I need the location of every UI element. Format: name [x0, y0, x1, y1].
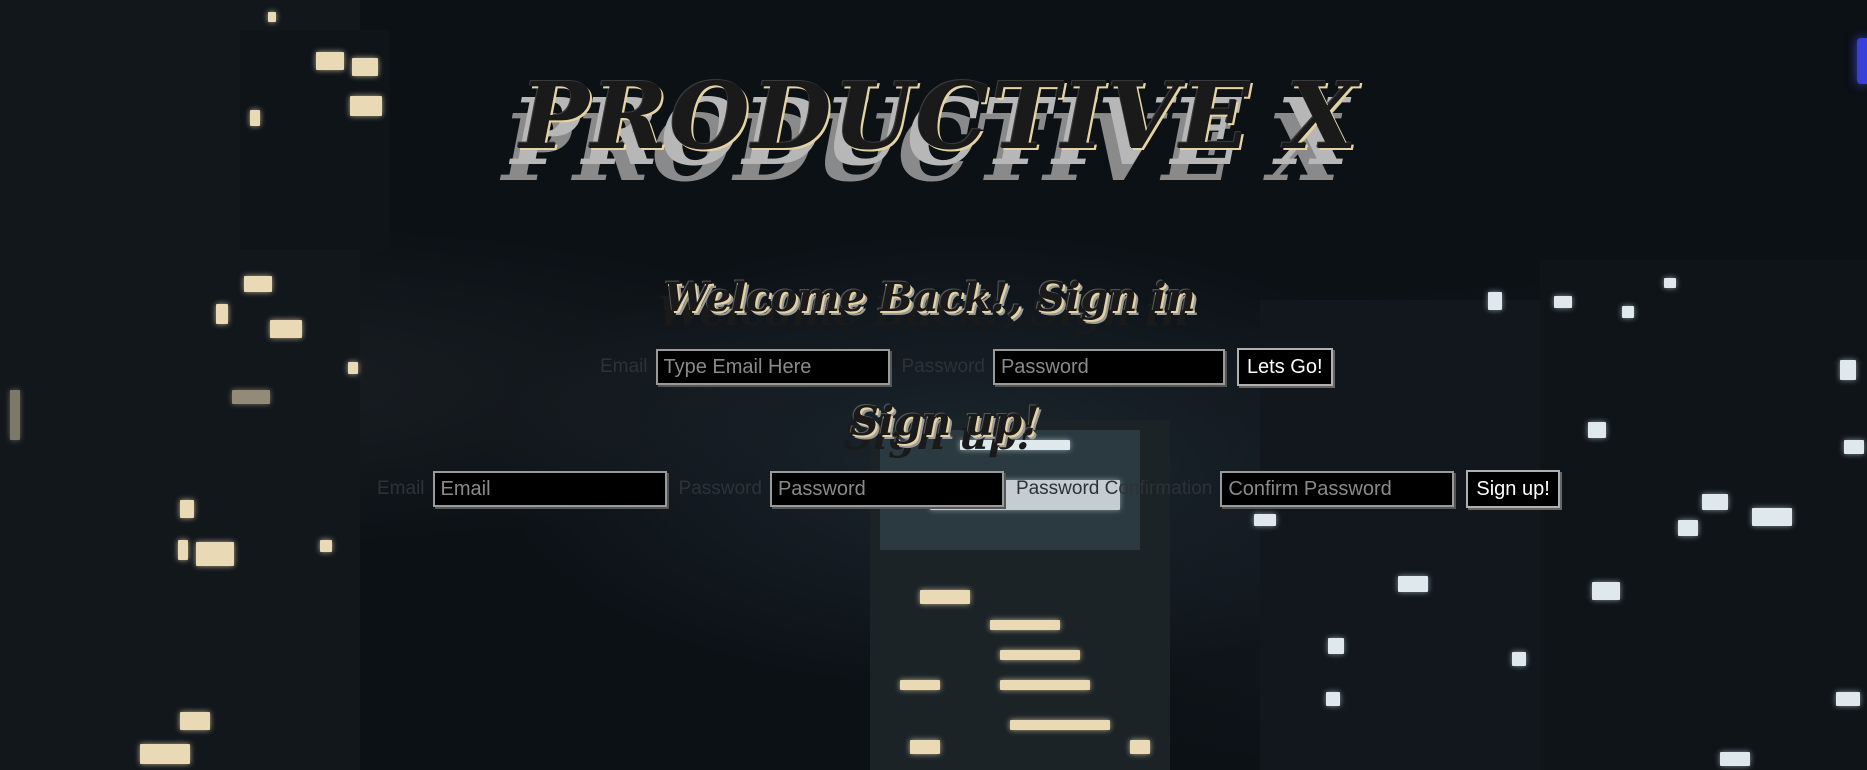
signup-password-placeholder: Password [777, 477, 866, 500]
signup-email-placeholder: Email [440, 477, 491, 500]
signin-email-placeholder: Type Email Here [663, 355, 812, 378]
blue-light-decoration [1857, 38, 1867, 84]
signin-submit-label: Lets Go! [1246, 355, 1323, 378]
signin-heading-text: Welcome Back!, Sign in [664, 274, 1196, 321]
signup-heading-text: Sign up! [850, 398, 1040, 445]
signin-password-label: Password [901, 356, 985, 377]
signup-email-input[interactable]: Email [432, 471, 667, 507]
signin-email-input[interactable]: Type Email Here [655, 349, 890, 385]
brand-title: PRODUCTIVE X PRODUCTIVE X PRODUCTIVE X [502, 62, 1357, 202]
signup-password-input[interactable]: Password [769, 471, 1004, 507]
page-background: PRODUCTIVE X PRODUCTIVE X PRODUCTIVE X W… [0, 0, 1867, 770]
signup-form: Email Email Password Password Password C… [377, 470, 1560, 508]
signup-heading: Sign up! Sign up! [844, 398, 1040, 459]
signup-submit-label: Sign up! [1476, 477, 1550, 500]
signup-submit-button[interactable]: Sign up! [1466, 470, 1560, 508]
signup-confirm-label: Password Confirmation [1015, 478, 1213, 499]
signin-submit-button[interactable]: Lets Go! [1236, 348, 1333, 386]
signin-heading: Welcome Back!, Sign in Welcome Back!, Si… [658, 274, 1196, 335]
signin-password-placeholder: Password [1000, 355, 1089, 378]
signin-email-label: Email [600, 356, 648, 377]
signup-confirm-input[interactable]: Confirm Password [1220, 471, 1455, 507]
signup-password-label: Password [678, 478, 762, 499]
signup-email-label: Email [377, 478, 425, 499]
brand-title-text: PRODUCTIVE X [520, 62, 1360, 170]
signin-form: Email Type Email Here Password Password … [600, 348, 1333, 386]
signin-password-input[interactable]: Password [992, 349, 1225, 385]
signup-confirm-placeholder: Confirm Password [1228, 477, 1392, 500]
